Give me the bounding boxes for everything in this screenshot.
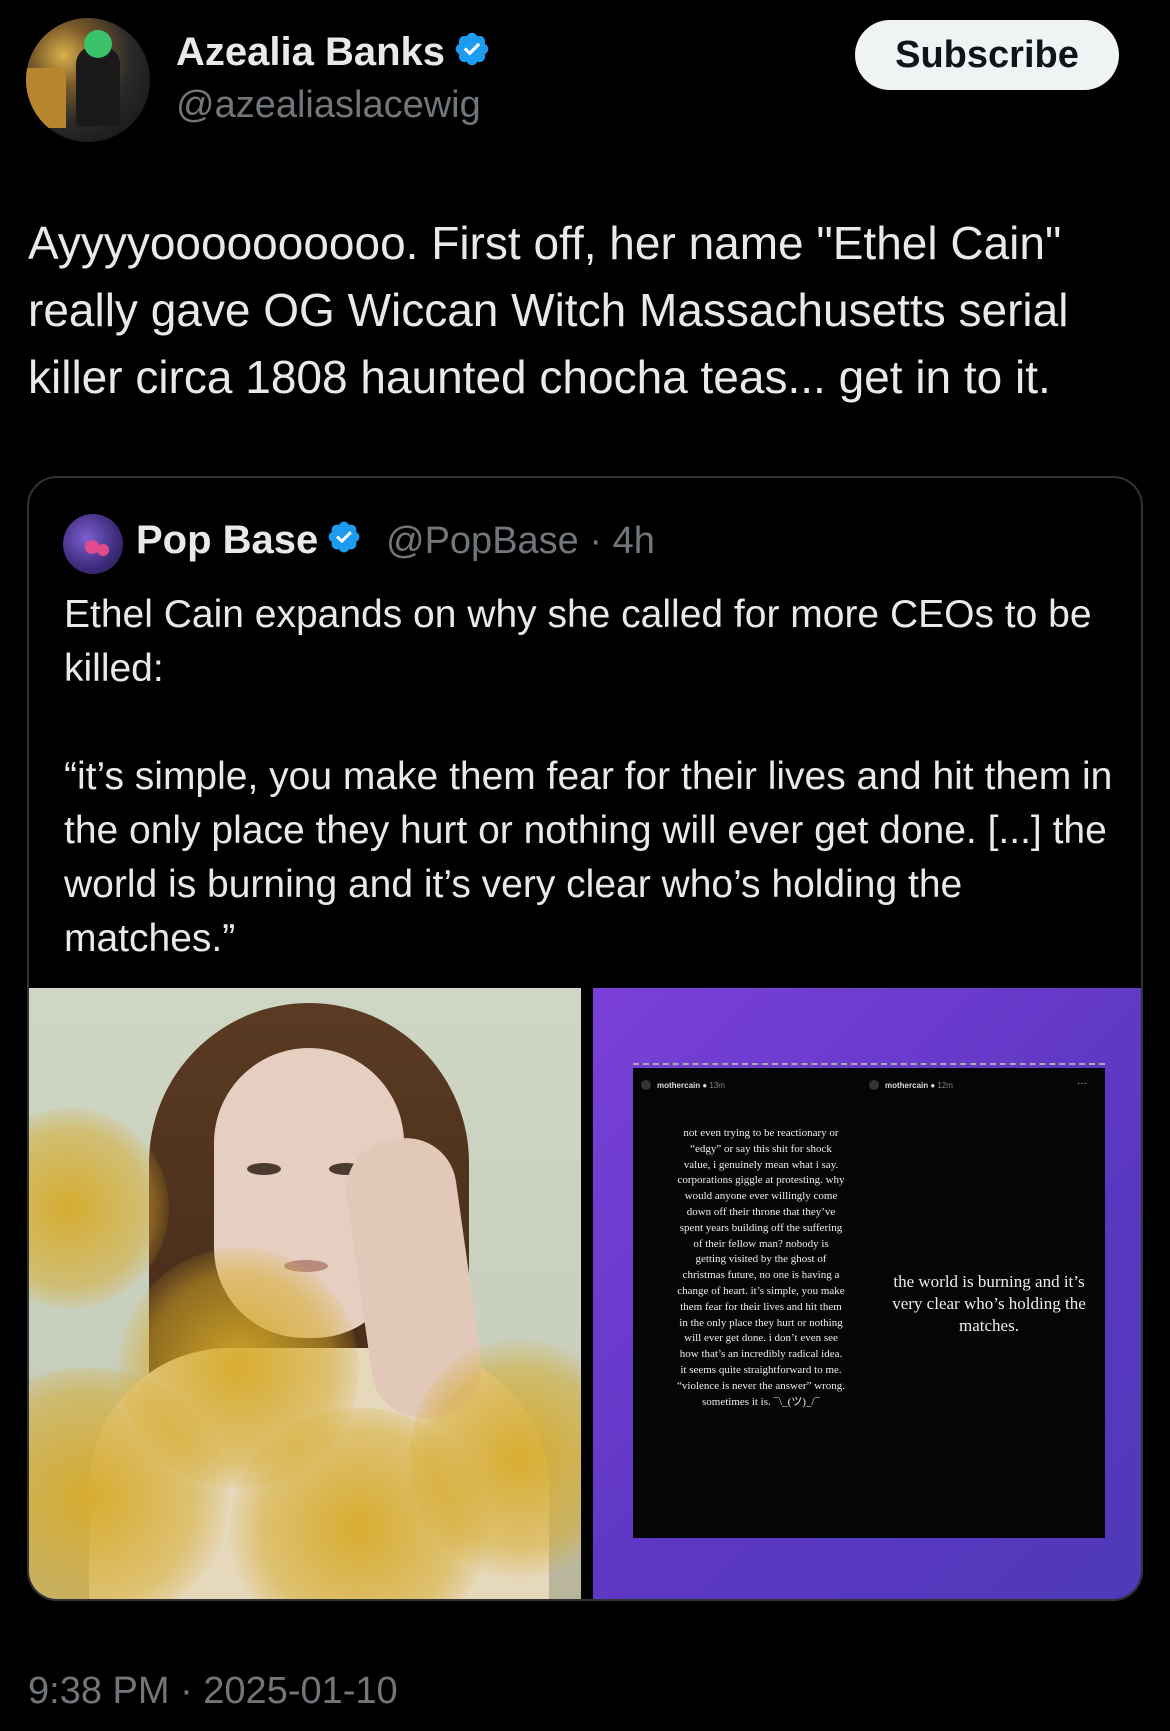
story-progress-bars (633, 1063, 1105, 1067)
subscribe-button[interactable]: Subscribe (855, 20, 1119, 90)
quoted-tweet[interactable]: Pop Base @PopBase · 4h Ethel Cain expand… (27, 476, 1143, 1601)
author-display-name[interactable]: Azealia Banks (176, 30, 491, 78)
story-user-right-name: mothercain (885, 1081, 929, 1090)
story-user-left-time: 13m (709, 1081, 725, 1090)
quoted-avatar[interactable] (63, 514, 123, 574)
author-handle[interactable]: @azealiaslacewig (176, 84, 481, 127)
story-user-left: mothercain ● 13m (657, 1081, 725, 1090)
story-screenshot[interactable]: mothercain ● 13m mothercain ● 12m ··· no… (593, 988, 1141, 1599)
tweet-text: Ayyyyoooooooooo. First off, her name "Et… (28, 217, 1069, 403)
quoted-name-text: Pop Base (136, 518, 319, 562)
verified-badge-icon (326, 519, 362, 565)
author-avatar[interactable] (26, 18, 150, 142)
story-user-right: mothercain ● 12m (885, 1081, 953, 1090)
story-user-right-time: 12m (937, 1081, 953, 1090)
story-avatar (869, 1080, 879, 1090)
tweet-timestamp[interactable]: 9:38 PM · 2025-01-10 (28, 1670, 398, 1713)
meta-separator: · (589, 520, 603, 562)
story-right-text: the world is burning and it’s very clear… (892, 1272, 1086, 1335)
story-avatar (641, 1080, 651, 1090)
author-name-text: Azealia Banks (176, 30, 446, 74)
story-more-icon: ··· (1077, 1078, 1087, 1089)
story-user-left-name: mothercain (657, 1081, 701, 1090)
quoted-text: Ethel Cain expands on why she called for… (64, 593, 1113, 960)
portrait-photo[interactable] (29, 988, 581, 1599)
quoted-display-name[interactable]: Pop Base (136, 518, 362, 565)
media-grid: mothercain ● 13m mothercain ● 12m ··· no… (29, 988, 1141, 1599)
story-left-text: not even trying to be reactionary or “ed… (677, 1127, 845, 1408)
verified-badge-icon (453, 30, 491, 78)
quoted-handle[interactable]: @PopBase (386, 520, 579, 562)
quoted-age[interactable]: 4h (613, 520, 655, 562)
quoted-meta: @PopBase · 4h (386, 520, 655, 563)
tweet-header: Azealia Banks @azealiaslacewig Subscribe (0, 0, 1170, 150)
